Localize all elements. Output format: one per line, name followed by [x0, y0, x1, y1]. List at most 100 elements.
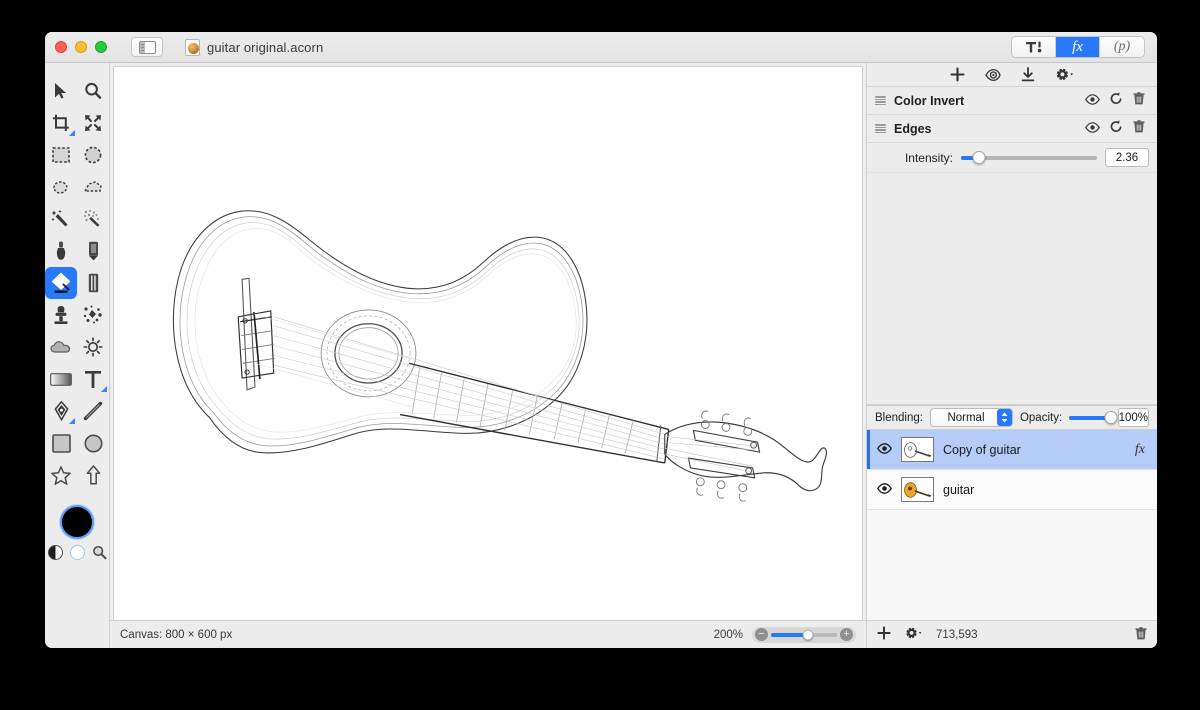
opacity-slider[interactable]: [1069, 411, 1118, 425]
updown-arrows-icon: [1001, 412, 1008, 423]
layer-row-guitar[interactable]: guitar: [867, 470, 1157, 510]
blending-mode-value: Normal: [947, 411, 985, 424]
magic-wand-tool[interactable]: [45, 203, 77, 235]
trash-icon: [1135, 626, 1147, 639]
toggle-visibility-button[interactable]: [1085, 92, 1100, 110]
tab-filters[interactable]: fx: [1056, 37, 1100, 57]
text-tool[interactable]: [77, 363, 109, 395]
add-filter-button[interactable]: [950, 67, 965, 82]
filter-row-edges[interactable]: Edges: [867, 115, 1157, 143]
layer-visibility-toggle[interactable]: [877, 441, 892, 459]
layer-thumbnail[interactable]: [901, 437, 934, 462]
delete-filter-button[interactable]: [1133, 91, 1145, 110]
minimize-window-button[interactable]: [75, 41, 87, 53]
filter-list: Color Invert Edges Intensity: 2.36: [867, 87, 1157, 173]
layer-visibility-toggle[interactable]: [877, 481, 892, 499]
zoom-out-icon[interactable]: −: [755, 628, 768, 641]
layer-row-copy-of-guitar[interactable]: Copy of guitar fx: [867, 430, 1157, 470]
instant-alpha-tool[interactable]: [77, 203, 109, 235]
zoom-level-label: 200%: [713, 628, 743, 641]
crop-icon: [53, 114, 69, 131]
add-layer-button[interactable]: [877, 626, 891, 643]
opacity-value-field[interactable]: 100%: [1117, 408, 1149, 427]
eraser-tool[interactable]: [77, 267, 109, 299]
image-canvas[interactable]: [113, 66, 863, 620]
rectangular-select-tool[interactable]: [45, 139, 77, 171]
reset-filter-button[interactable]: [1110, 91, 1123, 110]
background-color-swatch[interactable]: [69, 545, 85, 560]
star-icon: [51, 465, 71, 485]
filter-settings-button[interactable]: [1055, 67, 1074, 82]
layers-filler: [867, 589, 1157, 620]
intensity-label: Intensity:: [904, 150, 953, 165]
arrow-shape-tool[interactable]: [77, 459, 109, 491]
preview-filter-button[interactable]: [985, 68, 1001, 82]
zoom-slider-knob[interactable]: [802, 629, 814, 640]
tool-palette: [45, 63, 110, 648]
color-picker-magnifier-icon[interactable]: [92, 545, 107, 560]
pixel-count-label: 713,593: [936, 628, 978, 641]
trash-icon: [1133, 119, 1145, 132]
titlebar-right-controls: fx (p): [1011, 32, 1145, 62]
clone-stamp-tool[interactable]: [45, 299, 77, 331]
document-chip[interactable]: guitar original.acorn: [185, 38, 323, 56]
dodge-burn-tool[interactable]: [77, 331, 109, 363]
delete-filter-button[interactable]: [1133, 119, 1145, 138]
drag-handle-icon[interactable]: [875, 96, 886, 105]
bezier-pen-tool[interactable]: [45, 395, 77, 427]
opacity-label: Opacity:: [1019, 411, 1063, 424]
paint-bucket-tool[interactable]: [45, 267, 77, 299]
filter-actions: [1085, 119, 1145, 138]
zoom-slider[interactable]: − +: [752, 626, 856, 643]
swap-colors-icon[interactable]: [47, 545, 63, 560]
load-filter-button[interactable]: [1021, 67, 1035, 82]
pencil-tool[interactable]: [77, 235, 109, 267]
intensity-value-field[interactable]: 2.36: [1105, 148, 1149, 167]
crop-tool[interactable]: [45, 107, 77, 139]
drag-handle-icon[interactable]: [875, 124, 886, 133]
blur-tool[interactable]: [45, 331, 77, 363]
filter-row-color-invert[interactable]: Color Invert: [867, 87, 1157, 115]
layer-thumbnail[interactable]: [901, 477, 934, 502]
zoom-in-icon[interactable]: +: [840, 628, 853, 641]
gradient-tool[interactable]: [45, 363, 77, 395]
intensity-slider[interactable]: [961, 151, 1097, 165]
canvas-viewport[interactable]: [110, 63, 866, 620]
move-tool[interactable]: [45, 75, 77, 107]
eraser-icon: [88, 273, 98, 293]
sparkle-wand-icon: [84, 210, 100, 227]
text-t-icon: [85, 370, 101, 388]
opacity-slider-knob[interactable]: [1104, 411, 1118, 424]
lasso-select-tool[interactable]: [45, 171, 77, 203]
intensity-slider-knob[interactable]: [972, 151, 986, 164]
smudge-tool[interactable]: [77, 299, 109, 331]
canvas-size-label: Canvas: 800 × 600 px: [120, 628, 233, 641]
layer-fx-indicator[interactable]: fx: [1135, 442, 1145, 458]
line-tool[interactable]: [77, 395, 109, 427]
zoom-tool[interactable]: [77, 75, 109, 107]
layer-name: Copy of guitar: [943, 442, 1021, 457]
elliptical-select-tool[interactable]: [77, 139, 109, 171]
transform-tool[interactable]: [77, 107, 109, 139]
rectangle-shape-tool[interactable]: [45, 427, 77, 459]
foreground-color-swatch[interactable]: [60, 505, 94, 539]
ellipse-shape-tool[interactable]: [77, 427, 109, 459]
reset-arrow-icon: [1110, 119, 1122, 132]
blending-mode-select[interactable]: Normal: [929, 408, 1013, 427]
tab-tools[interactable]: [1012, 37, 1056, 57]
star-shape-tool[interactable]: [45, 459, 77, 491]
close-window-button[interactable]: [55, 41, 67, 53]
layer-settings-button[interactable]: [904, 626, 923, 643]
sidebar-toggle-button[interactable]: [131, 37, 163, 57]
polygon-select-tool[interactable]: [77, 171, 109, 203]
tab-presets[interactable]: (p): [1100, 37, 1144, 57]
brush-tool[interactable]: [45, 235, 77, 267]
zoom-slider-track[interactable]: [771, 629, 837, 640]
eye-icon: [1085, 121, 1100, 133]
guitar-line-drawing: [115, 67, 861, 620]
reset-filter-button[interactable]: [1110, 119, 1123, 138]
zoom-window-button[interactable]: [95, 41, 107, 53]
toggle-visibility-button[interactable]: [1085, 120, 1100, 138]
delete-layer-button[interactable]: [1135, 626, 1147, 643]
download-arrow-icon: [1021, 67, 1035, 82]
